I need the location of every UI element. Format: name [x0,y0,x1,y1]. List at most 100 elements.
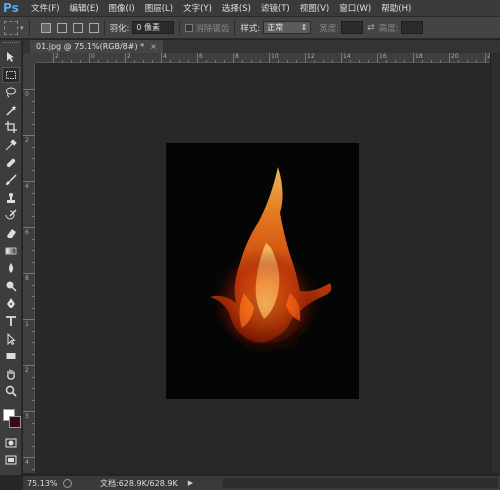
ruler-minor-tick [467,60,468,63]
zoom-tool-icon[interactable] [2,383,20,399]
antialias-checkbox[interactable] [185,23,194,32]
healing-brush-icon[interactable] [2,155,20,171]
ruler-tick-label: 12 [307,53,315,60]
ruler-minor-tick [287,60,288,63]
canvas-workspace[interactable] [36,64,490,473]
menu-window[interactable]: 窗口(W) [339,2,371,14]
menu-help[interactable]: 帮助(H) [381,2,411,14]
hand-tool-icon[interactable] [2,366,20,382]
gradient-tool-icon[interactable] [2,243,20,259]
ruler-tick [23,89,35,90]
intersect-selection-icon[interactable] [88,22,99,33]
screen-mode-icon[interactable] [2,452,20,468]
menu-type[interactable]: 文字(Y) [183,2,212,14]
zoom-level[interactable]: 75.13% [27,479,61,488]
menu-layer[interactable]: 图层(L) [145,2,173,14]
document-tab[interactable]: 01.jpg @ 75.1%(RGB/8#) * × [30,40,163,53]
ruler-tick [23,135,35,136]
lasso-tool-icon[interactable] [2,84,20,100]
menu-view[interactable]: 视图(V) [300,2,329,14]
menu-edit[interactable]: 编辑(E) [70,2,99,14]
move-tool-icon[interactable] [2,49,20,65]
ruler-tick [23,365,35,366]
eraser-icon[interactable] [2,225,20,241]
ruler-minor-tick [32,422,35,424]
ruler-tick-label: 16 [379,53,387,60]
menu-file[interactable]: 文件(F) [31,2,60,14]
add-selection-icon[interactable] [56,22,67,33]
menu-select[interactable]: 选择(S) [222,2,251,14]
ruler-minor-tick [206,60,207,63]
ruler-minor-tick [260,60,261,63]
document-image[interactable] [166,143,359,399]
ruler-tick-label: 4 [163,53,167,60]
dodge-tool-icon[interactable] [2,278,20,294]
ruler-minor-tick [431,60,432,63]
swap-dimensions-icon[interactable]: ⇄ [367,23,375,33]
ruler-tick [125,53,126,63]
ruler-tick-label: 4 [25,183,29,190]
subtract-selection-icon[interactable] [72,22,83,33]
ruler-minor-tick [32,169,35,171]
ruler-minor-tick [80,60,81,63]
crop-tool-icon[interactable] [2,119,20,135]
ruler-tick [23,457,35,458]
ruler-minor-tick [32,112,35,113]
ruler-tick [305,53,306,63]
background-color-swatch[interactable] [8,415,21,428]
vertical-ruler[interactable]: 0 2 4 6 8 1 2 3 4 [23,63,35,481]
style-select[interactable]: 正常 ⇕ [263,21,312,34]
feather-label: 羽化: [109,23,130,34]
ruler-minor-tick [359,60,360,63]
ruler-minor-tick [278,60,279,63]
preset-dropdown-icon[interactable]: ▾ [20,24,24,32]
ruler-tick [23,227,35,228]
new-selection-icon[interactable] [40,22,51,33]
magic-wand-icon[interactable] [2,102,20,118]
ruler-tick-label: 2 [55,53,59,60]
ruler-tick [233,53,234,63]
ruler-tick-label: 2 [25,367,29,374]
horizontal-scrollbar[interactable] [223,478,498,488]
ruler-minor-tick [404,60,405,63]
ruler-tick-label: 8 [235,53,239,60]
ruler-tick [341,53,342,63]
ruler-tick [269,53,270,63]
ruler-minor-tick [32,215,35,217]
path-selection-icon[interactable] [2,331,20,347]
tool-preset-icon[interactable] [4,20,18,35]
menu-image[interactable]: 图像(I) [109,2,135,14]
chevron-down-icon: ⇕ [300,23,308,32]
pen-tool-icon[interactable] [2,295,20,311]
ruler-tick-label: 2 [25,137,29,144]
ruler-minor-tick [32,388,35,389]
brush-tool-icon[interactable] [2,172,20,188]
panel-grip[interactable] [2,42,19,46]
height-input[interactable] [400,21,423,34]
ruler-minor-tick [32,158,35,159]
close-icon[interactable]: × [150,40,157,53]
shape-tool-icon[interactable] [2,348,20,364]
history-brush-icon[interactable] [2,207,20,223]
blur-tool-icon[interactable] [2,260,20,276]
ruler-tick-label: 0 [25,91,29,98]
vertical-scrollbar[interactable] [490,53,500,473]
eyedropper-icon[interactable] [2,137,20,153]
ruler-origin[interactable] [23,53,35,63]
ruler-minor-tick [62,60,63,63]
status-menu-arrow-icon[interactable]: ▶ [188,479,193,487]
ruler-tick [23,411,35,412]
status-info-icon[interactable] [63,478,72,488]
type-tool-icon[interactable] [2,313,20,329]
horizontal-ruler[interactable]: 20246810121416182022 [35,53,495,63]
quick-mask-icon[interactable] [2,435,20,451]
width-input[interactable] [341,21,364,34]
marquee-tool-icon[interactable] [1,66,20,83]
feather-input[interactable]: 0 像素 [132,21,175,34]
color-swatches [1,405,21,431]
ruler-tick-label: 8 [25,275,29,282]
ruler-tick [53,53,54,63]
width-label: 宽度: [319,23,340,34]
menu-filter[interactable]: 滤镜(T) [261,2,290,14]
clone-stamp-icon[interactable] [2,190,20,206]
